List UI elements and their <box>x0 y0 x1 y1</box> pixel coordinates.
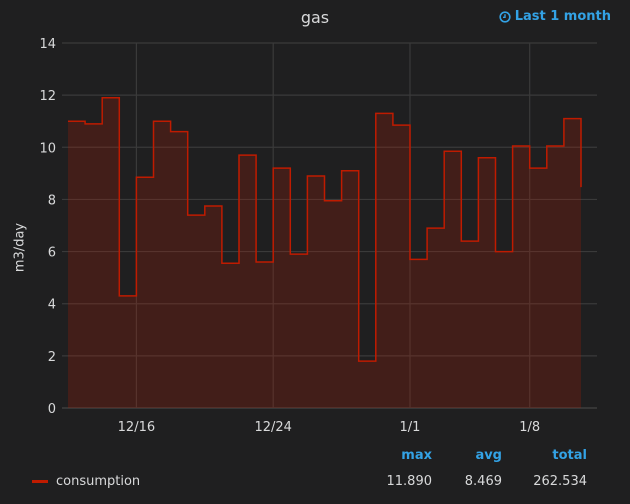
series-color-swatch[interactable] <box>32 480 48 483</box>
y-tick-label: 6 <box>48 246 56 261</box>
legend-series-name[interactable]: consumption <box>56 474 140 489</box>
x-tick-label: 12/24 <box>254 420 291 435</box>
y-tick-label: 8 <box>48 193 56 208</box>
y-tick-label: 14 <box>39 37 56 52</box>
y-tick-label: 12 <box>39 89 56 104</box>
legend-header-avg[interactable]: avg <box>475 448 502 463</box>
x-tick-label: 1/1 <box>400 420 421 435</box>
chart-area: 0 2 4 6 8 10 12 14 12/16 12/24 1/1 1/8 <box>39 37 597 435</box>
x-tick-label: 1/8 <box>519 420 540 435</box>
legend-value-total: 262.534 <box>533 474 587 489</box>
legend-value-avg: 8.469 <box>464 474 502 489</box>
y-axis-label: m3/day <box>12 222 28 273</box>
legend-value-max: 11.890 <box>386 474 433 489</box>
legend-header-max[interactable]: max <box>401 448 432 463</box>
series-area-fill <box>68 97 581 408</box>
y-tick-label: 2 <box>48 350 56 365</box>
legend-series-consumption[interactable]: consumption <box>32 474 140 489</box>
y-tick-label: 4 <box>48 298 56 313</box>
x-tick-label: 12/16 <box>118 420 155 435</box>
y-tick-label: 10 <box>39 141 56 156</box>
y-tick-label: 0 <box>48 402 56 417</box>
legend-header-total[interactable]: total <box>552 448 587 463</box>
